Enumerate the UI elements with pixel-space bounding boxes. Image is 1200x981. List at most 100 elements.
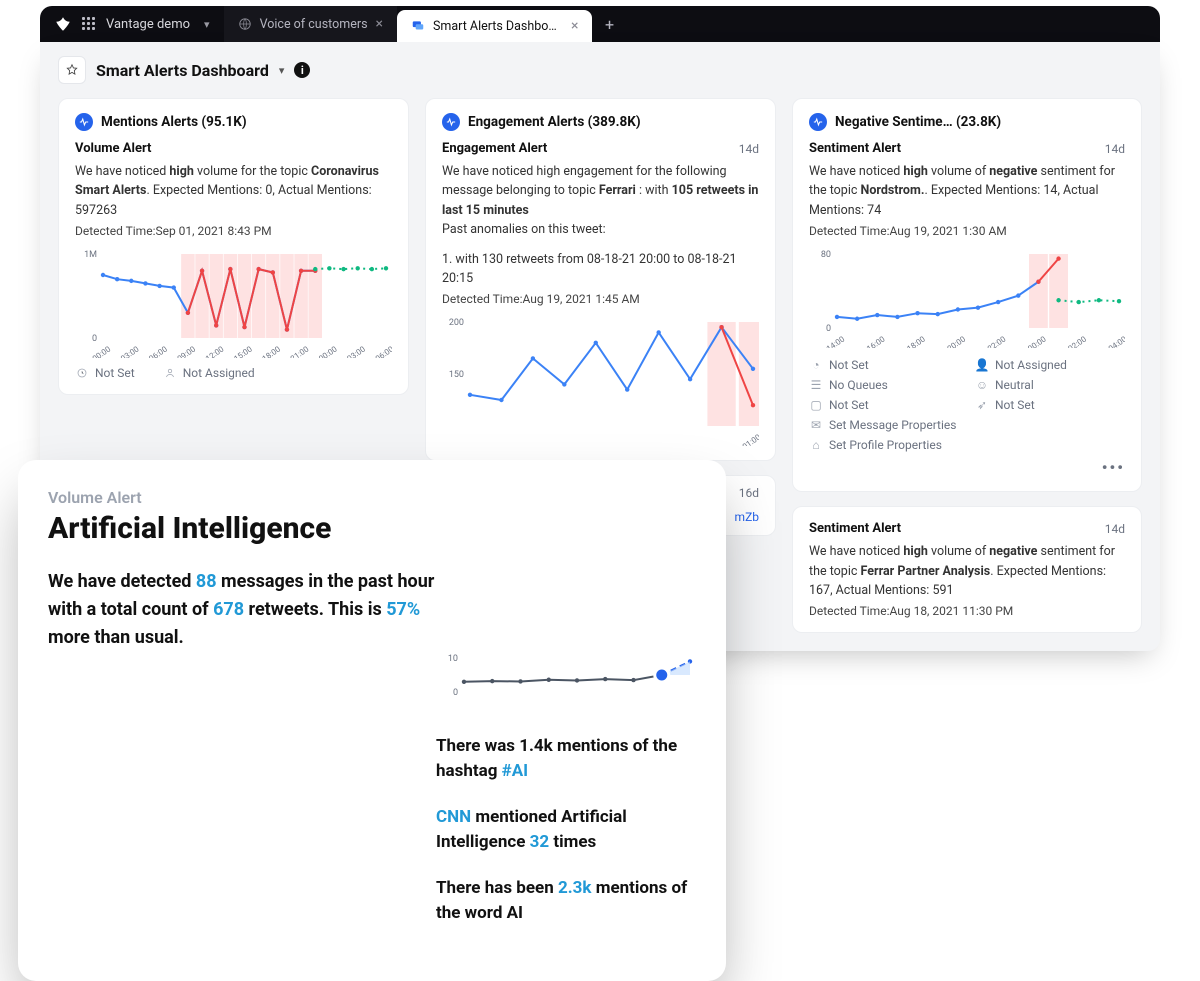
page-header: Smart Alerts Dashboard ▾ i <box>58 56 1142 84</box>
alert-meta: Not Set Not Assigned <box>75 366 392 380</box>
tab-strip: Voice of customers × Smart Alerts Dashbo… <box>224 6 627 42</box>
app-logo-icon <box>54 15 72 33</box>
meta-set-profile[interactable]: ⌂Set Profile Properties <box>809 438 1125 452</box>
mentions-chart: 0 1M 00:00 03:00 06:00 09:00 12:00 15:00 18:00 21… <box>75 248 392 358</box>
detected-time: Detected Time:Sep 01, 2021 8:43 PM <box>75 224 392 238</box>
card-mentions-alerts: Mentions Alerts (95.1K) Volume Alert We … <box>58 98 409 395</box>
tab-smart-alerts[interactable]: Smart Alerts Dashboard × <box>397 10 592 42</box>
alert-body: We have noticed high engagement for the … <box>442 162 759 288</box>
svg-text:18:00: 18:00 <box>905 334 927 348</box>
box-icon: ▢ <box>809 398 823 412</box>
app-topbar: Vantage demo ▾ Voice of customers × Smar… <box>40 6 1160 42</box>
card-header: Negative Sentime… (23.8K) <box>809 113 1125 131</box>
meta-not-set-2[interactable]: ▢Not Set <box>809 398 959 412</box>
overlay-right: 010 There was 1.4k mentions of the hasht… <box>436 652 696 947</box>
queue-icon: ☰ <box>809 378 823 392</box>
svg-text:1M: 1M <box>84 250 97 260</box>
tab-label: Voice of customers <box>260 17 368 32</box>
svg-text:02:00: 02:00 <box>1067 334 1089 348</box>
tab-voice-of-customers[interactable]: Voice of customers × <box>224 6 397 42</box>
globe-icon <box>238 17 252 31</box>
alert-meta-grid: ◔Not Set 👤Not Assigned ☰No Queues ☺Neutr… <box>809 358 1125 452</box>
card-title: Mentions Alerts (95.1K) <box>101 114 247 130</box>
svg-text:03:00: 03:00 <box>346 344 368 358</box>
workspace-switcher[interactable]: Vantage demo ▾ <box>40 6 224 42</box>
svg-text:03:00: 03:00 <box>119 344 141 358</box>
card-header: Mentions Alerts (95.1K) <box>75 113 392 131</box>
alert-title: Volume Alert <box>75 141 151 156</box>
meta-not-set-3[interactable]: ➶Not Set <box>975 398 1125 412</box>
info-icon[interactable]: i <box>294 62 310 78</box>
more-menu[interactable]: ••• <box>809 458 1125 477</box>
svg-text:16:00: 16:00 <box>865 334 887 348</box>
profile-icon: ⌂ <box>809 438 823 452</box>
svg-text:09:00: 09:00 <box>176 344 198 358</box>
link[interactable]: mZb <box>735 510 759 524</box>
alert-body: We have noticed high volume of negative … <box>809 162 1125 220</box>
column-sentiment: Negative Sentime… (23.8K) Sentiment Aler… <box>792 98 1142 633</box>
user-icon: 👤 <box>975 358 989 372</box>
alert-age: 14d <box>739 142 759 156</box>
alert-body: We have noticed high volume for the topi… <box>75 162 392 220</box>
meta-not-assigned[interactable]: 👤Not Assigned <box>975 358 1125 372</box>
alert-age: 16d <box>739 486 759 500</box>
svg-text:14:00: 14:00 <box>825 334 847 348</box>
overlay-stat-3: There has been 2.3k mentions of the word… <box>436 876 696 927</box>
engagement-chart: 15020001:00 <box>442 316 759 446</box>
meta-neutral[interactable]: ☺Neutral <box>975 378 1125 392</box>
meta-set-msg[interactable]: ✉Set Message Properties <box>809 418 1125 432</box>
overlay-body: We have detected 88 messages in the past… <box>48 568 438 652</box>
overlay-stat-2: CNN mentioned Artificial Intelligence 32… <box>436 805 696 856</box>
page-title-menu[interactable]: ▾ <box>279 64 285 77</box>
pulse-icon <box>75 113 93 131</box>
chat-icon <box>411 19 425 33</box>
svg-text:00:00: 00:00 <box>1026 334 1048 348</box>
svg-text:21:00: 21:00 <box>289 344 311 358</box>
mail-icon: ✉ <box>809 418 823 432</box>
assignee-not-assigned[interactable]: Not Assigned <box>163 366 255 380</box>
close-icon[interactable]: × <box>571 18 578 34</box>
card-sentiment-alert-2: Sentiment Alert 14d We have noticed high … <box>792 506 1142 633</box>
svg-text:10: 10 <box>448 654 458 664</box>
svg-text:18:00: 18:00 <box>261 344 283 358</box>
detected-time: Detected Time:Aug 18, 2021 11:30 PM <box>809 604 1125 618</box>
favorite-button[interactable] <box>58 56 86 84</box>
detected-time: Detected Time:Aug 19, 2021 1:30 AM <box>809 224 1125 238</box>
svg-text:22:00: 22:00 <box>986 334 1008 348</box>
user-icon <box>163 366 177 380</box>
svg-text:01:00: 01:00 <box>741 433 759 447</box>
svg-text:150: 150 <box>449 370 464 380</box>
meta-no-queues[interactable]: ☰No Queues <box>809 378 959 392</box>
alert-age: 14d <box>1105 522 1125 536</box>
new-tab-button[interactable]: + <box>592 6 626 42</box>
alert-body: We have noticed high volume of negative … <box>809 542 1125 600</box>
tab-label: Smart Alerts Dashboard <box>433 19 563 34</box>
clock-icon: ◔ <box>809 358 823 372</box>
card-engagement-alerts: Engagement Alerts (389.8K) Engagement Al… <box>425 98 776 461</box>
card-title: Engagement Alerts (389.8K) <box>468 114 641 130</box>
svg-text:04:00: 04:00 <box>1107 334 1125 348</box>
apps-grid-icon[interactable] <box>82 17 96 31</box>
svg-text:15:00: 15:00 <box>232 344 254 358</box>
status-not-set[interactable]: Not Set <box>75 366 135 380</box>
pulse-icon <box>809 113 827 131</box>
card-header: Engagement Alerts (389.8K) <box>442 113 759 131</box>
svg-text:0: 0 <box>92 334 97 344</box>
clock-icon <box>75 366 89 380</box>
svg-text:80: 80 <box>821 250 831 260</box>
close-icon[interactable]: × <box>376 16 383 32</box>
overlay-left: Volume Alert Artificial Intelligence We … <box>48 488 438 652</box>
svg-text:06:00: 06:00 <box>374 344 392 358</box>
pulse-icon <box>442 113 460 131</box>
rocket-icon: ➶ <box>975 398 989 412</box>
svg-text:0: 0 <box>453 688 458 698</box>
svg-text:06:00: 06:00 <box>147 344 169 358</box>
svg-text:12:00: 12:00 <box>204 344 226 358</box>
alert-title: Sentiment Alert <box>809 521 901 536</box>
alert-title: Sentiment Alert <box>809 141 901 156</box>
meta-not-set[interactable]: ◔Not Set <box>809 358 959 372</box>
workspace-name: Vantage demo <box>106 17 190 32</box>
overlay-title: Artificial Intelligence <box>48 511 438 546</box>
alert-title: Engagement Alert <box>442 141 547 156</box>
svg-text:00:00: 00:00 <box>91 344 113 358</box>
